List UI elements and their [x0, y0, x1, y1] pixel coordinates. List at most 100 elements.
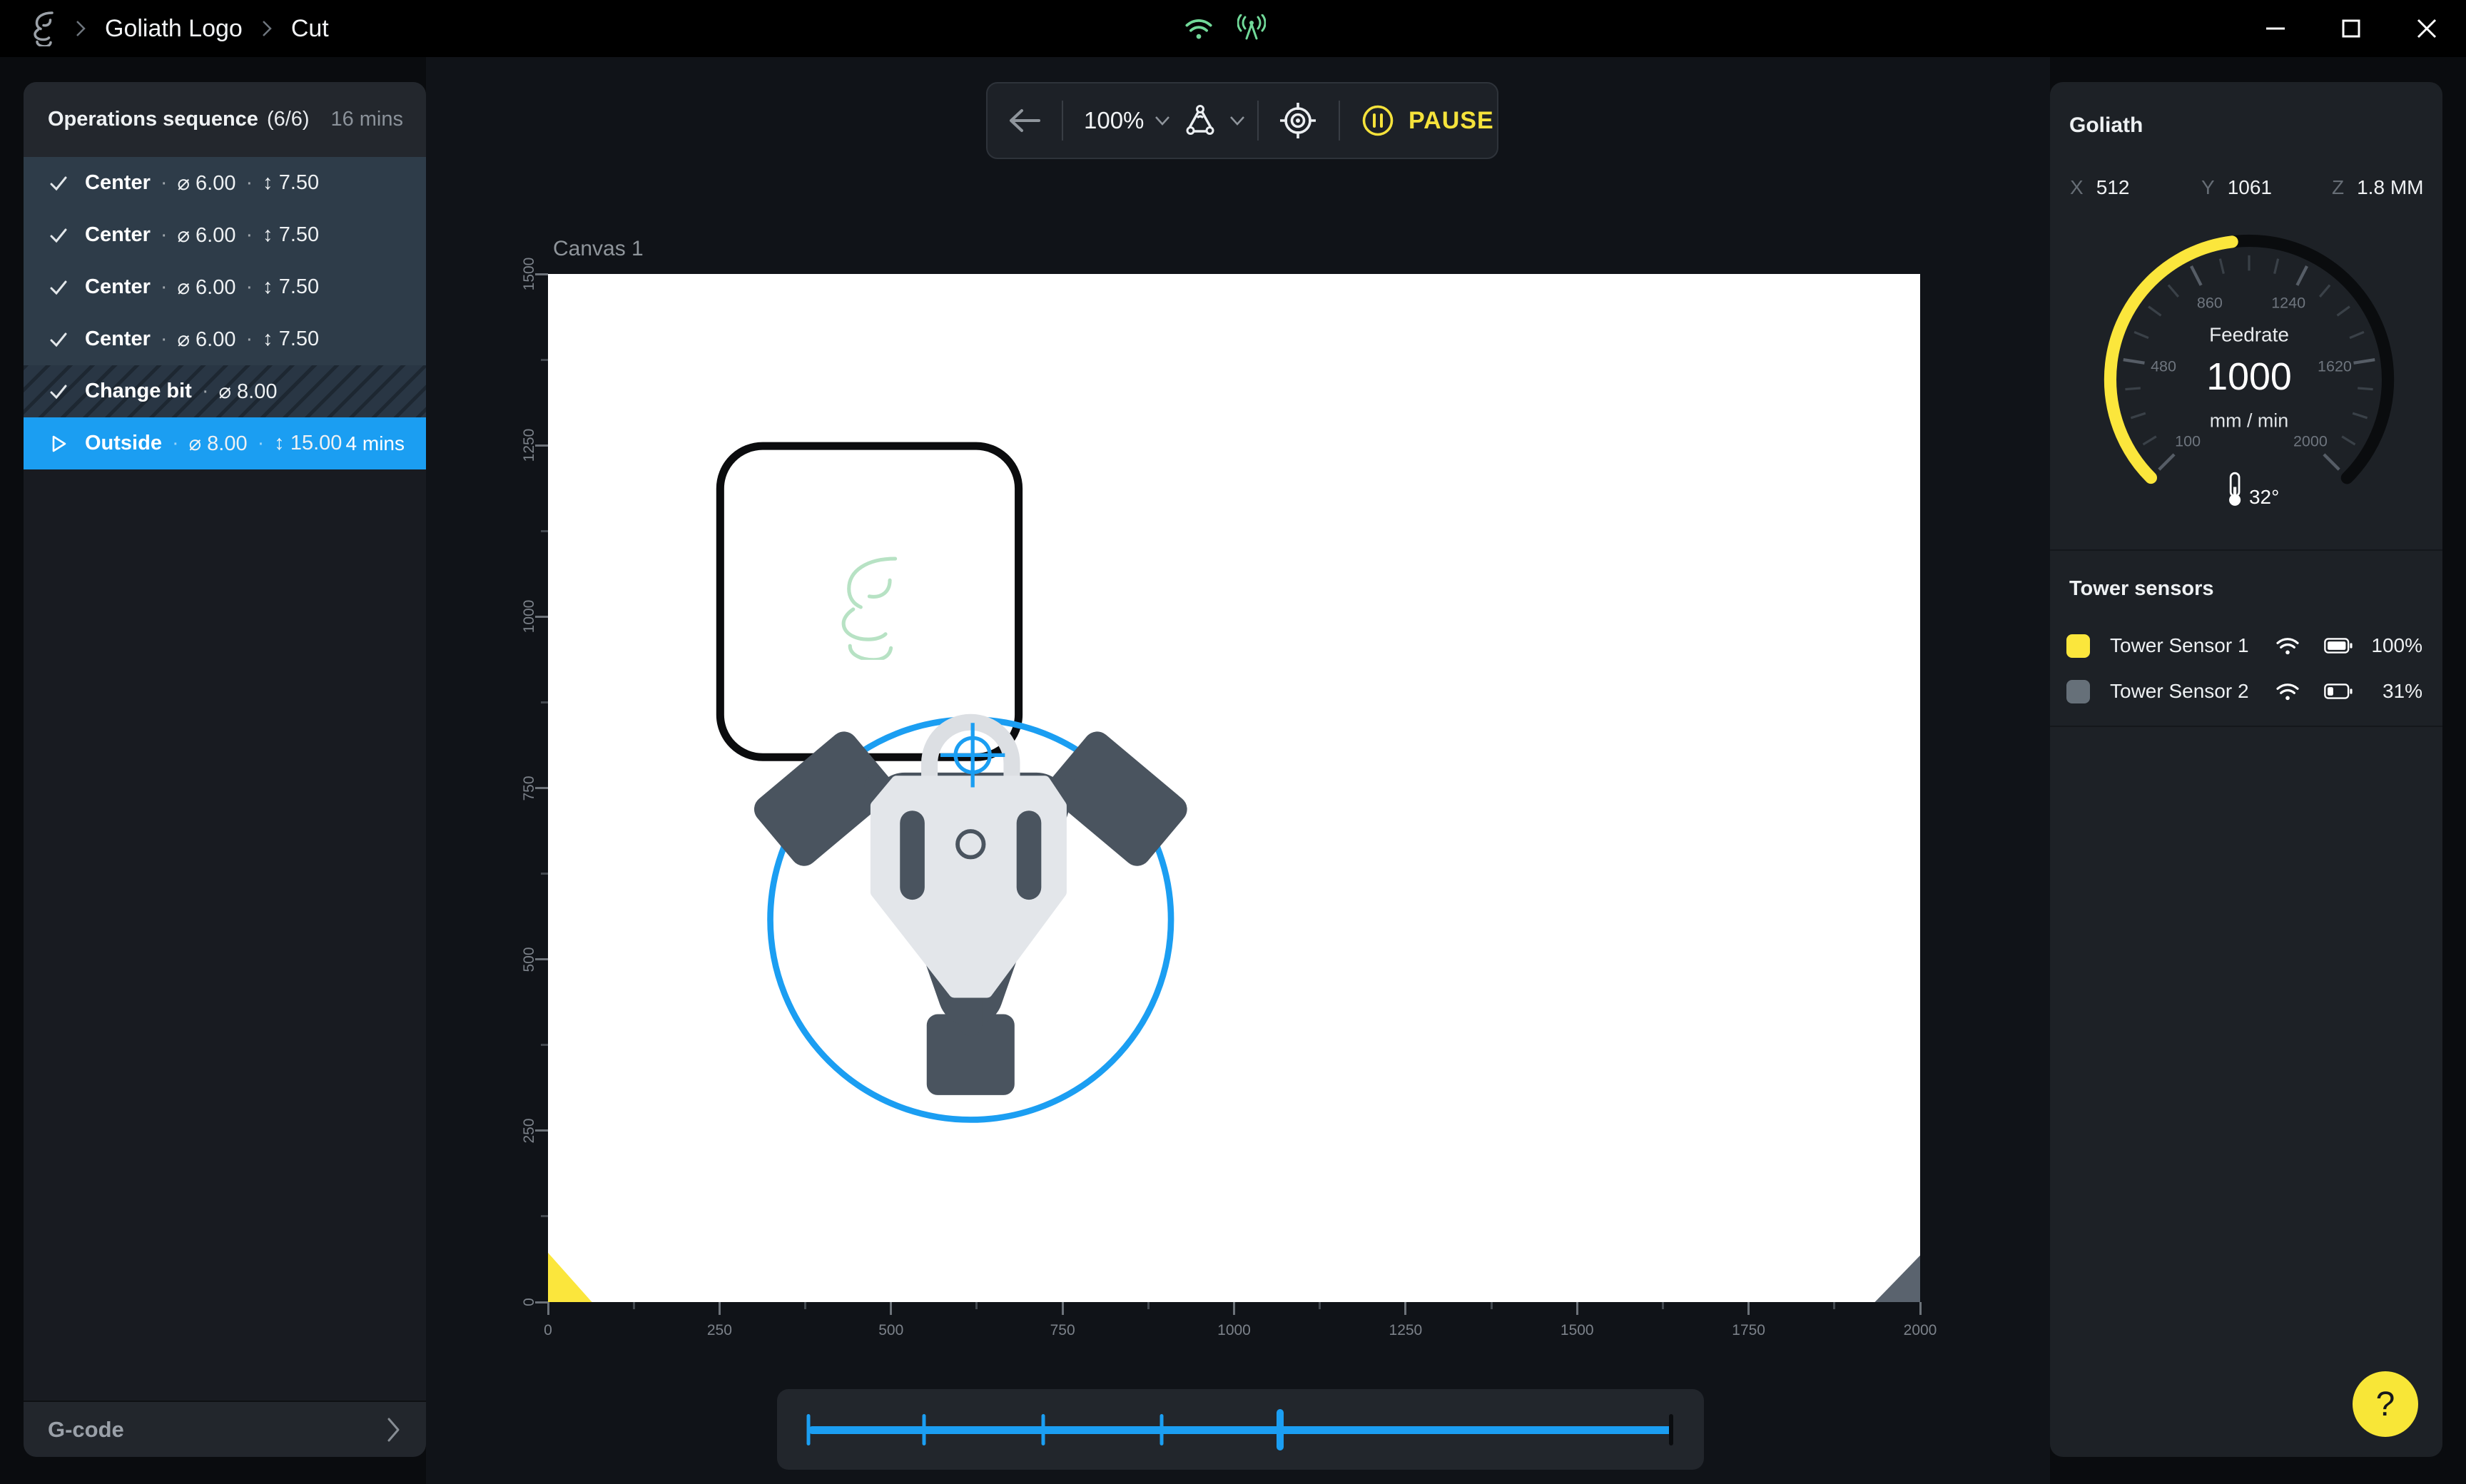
operation-row[interactable]: Change bit·⌀ 8.00: [24, 365, 426, 417]
ruler-tick-label: 1500: [1561, 1322, 1594, 1339]
operation-bit-diameter: ⌀ 8.00: [219, 379, 278, 404]
operation-row[interactable]: Center · ⌀ 6.00 · ↕ 7.50: [24, 157, 426, 209]
separator-dot: ·: [258, 432, 265, 455]
toolbar-divider: [1339, 101, 1340, 141]
sensor-name: Tower Sensor 1: [2110, 634, 2249, 657]
breadcrumb-page[interactable]: Cut: [291, 15, 329, 43]
gauge-major-tick: [2297, 266, 2307, 285]
zoom-select[interactable]: 100%: [1084, 83, 1171, 158]
job-timeline: [777, 1389, 1704, 1470]
close-button[interactable]: [2407, 9, 2446, 48]
gauge-tick-label: 480: [2151, 358, 2176, 375]
operation-depth: ↕ 7.50: [263, 223, 319, 247]
operation-depth: ↕ 15.00: [274, 432, 342, 455]
robot-plate-slot-left: [900, 810, 925, 900]
target-icon: [1279, 101, 1317, 140]
ruler-tick-label: 1250: [521, 429, 538, 462]
gauge-minor-tick: [2125, 388, 2140, 390]
operation-duration: 4 mins: [346, 432, 405, 455]
ruler-tick-label: 0: [544, 1322, 552, 1339]
ruler-tick: [1147, 1302, 1150, 1309]
separator-dot: ·: [246, 275, 253, 299]
window-titlebar: Goliath Logo Cut: [0, 0, 2466, 57]
operation-row[interactable]: Center·⌀ 6.00·↕ 7.50: [24, 261, 426, 313]
ruler-tick: [541, 701, 548, 703]
breadcrumb-project[interactable]: Goliath Logo: [105, 15, 243, 43]
separator-dot: ·: [202, 380, 209, 403]
goliath-logo-icon[interactable]: [31, 11, 56, 46]
ruler-tick-label: 1750: [1732, 1322, 1765, 1339]
ruler-tick: [541, 530, 548, 532]
locate-target-button[interactable]: [1279, 83, 1317, 158]
antenna-icon: [1237, 14, 1266, 43]
toolbar-divider: [1257, 101, 1259, 141]
ruler-tick-label: 750: [521, 776, 538, 801]
operation-row[interactable]: Outside·⌀ 8.00·↕ 15.004 mins: [24, 417, 426, 469]
ruler-tick: [1491, 1302, 1493, 1309]
tower-sensor-row[interactable]: Tower Sensor 231%: [2050, 669, 2442, 714]
wifi-icon: [2275, 636, 2300, 656]
timeline-playhead[interactable]: [1277, 1409, 1284, 1450]
gauge-minor-tick: [2342, 437, 2355, 444]
operation-label: Center: [85, 327, 151, 351]
origin-corner-marker: [548, 1253, 592, 1302]
operations-header: Operations sequence (6/6) 16 mins: [24, 82, 426, 157]
goliath-cnc-app: Goliath Logo Cut: [0, 0, 2466, 1484]
sensor-battery-percent: 31%: [2363, 680, 2422, 703]
sensor-color-swatch: [2066, 680, 2090, 703]
ruler-tick: [1919, 1302, 1922, 1315]
timeline-end-marker: [1669, 1414, 1673, 1445]
separator-dot: ·: [246, 171, 253, 195]
maximize-button[interactable]: [2332, 9, 2370, 48]
pause-button[interactable]: PAUSE: [1361, 83, 1494, 158]
timeline-tick: [1042, 1414, 1045, 1445]
timeline-track[interactable]: [808, 1426, 1673, 1434]
coord-z-label: Z: [2332, 176, 2344, 199]
temperature-readout: 32°: [2229, 473, 2279, 508]
operation-row[interactable]: Center·⌀ 6.00·↕ 7.50: [24, 209, 426, 261]
gauge-tick-label: 100: [2175, 432, 2201, 449]
operation-row[interactable]: Center·⌀ 6.00·↕ 7.50: [24, 313, 426, 365]
separator-dot: ·: [161, 171, 168, 195]
gauge-minor-tick: [2337, 307, 2349, 316]
ruler-tick-label: 0: [521, 1298, 538, 1306]
temperature-value: 32°: [2249, 486, 2279, 508]
gauge-tick-label: 1620: [2318, 358, 2352, 375]
coord-y-label: Y: [2201, 176, 2215, 199]
cut-path-outline[interactable]: [720, 446, 1018, 757]
back-button[interactable]: [1006, 83, 1042, 158]
gcode-expander[interactable]: G-code: [24, 1401, 426, 1457]
ruler-tick-label: 750: [1050, 1322, 1075, 1339]
tower-sensor-row[interactable]: Tower Sensor 1100%: [2050, 623, 2442, 669]
minimize-button[interactable]: [2256, 9, 2295, 48]
operation-bit-diameter: ⌀ 6.00: [178, 171, 236, 195]
gcode-label: G-code: [48, 1417, 124, 1443]
feedrate-value: 1000: [2206, 355, 2292, 398]
separator-dot: ·: [246, 327, 253, 351]
feedrate-gauge: 100480860124016202000Feedrate1000mm / mi…: [2096, 226, 2402, 533]
ruler-tick: [1062, 1302, 1064, 1315]
canvas-title: Canvas 1: [553, 237, 644, 261]
operations-count: (6/6): [267, 108, 310, 131]
canvas-viewport[interactable]: [548, 274, 1920, 1302]
operation-depth: ↕ 7.50: [263, 171, 319, 195]
operation-label: Center: [85, 171, 151, 195]
help-button[interactable]: ?: [2353, 1371, 2418, 1437]
ruler-tick: [547, 1302, 549, 1315]
check-icon: [48, 173, 69, 194]
robot-illustration[interactable]: [749, 722, 1192, 1095]
operations-panel: Operations sequence (6/6) 16 mins Center…: [24, 82, 426, 1457]
battery-icon: [2324, 638, 2353, 654]
engraving-logo-preview: [843, 559, 895, 660]
ruler-tick-label: 1000: [1217, 1322, 1251, 1339]
canvas-toolbar: 100%: [986, 82, 1498, 159]
ruler-tick-label: 1000: [521, 600, 538, 634]
pause-icon: [1361, 104, 1394, 137]
battery-icon: [2324, 683, 2353, 699]
play-icon: [48, 433, 69, 454]
gauge-minor-tick: [2134, 332, 2148, 337]
robot-select[interactable]: [1182, 83, 1246, 158]
operation-depth: ↕ 7.50: [263, 275, 319, 299]
window-controls: [2256, 0, 2446, 57]
machine-panel: Goliath X 512 Y 1061 Z 1.8 MM 1004808601…: [2050, 82, 2442, 1457]
